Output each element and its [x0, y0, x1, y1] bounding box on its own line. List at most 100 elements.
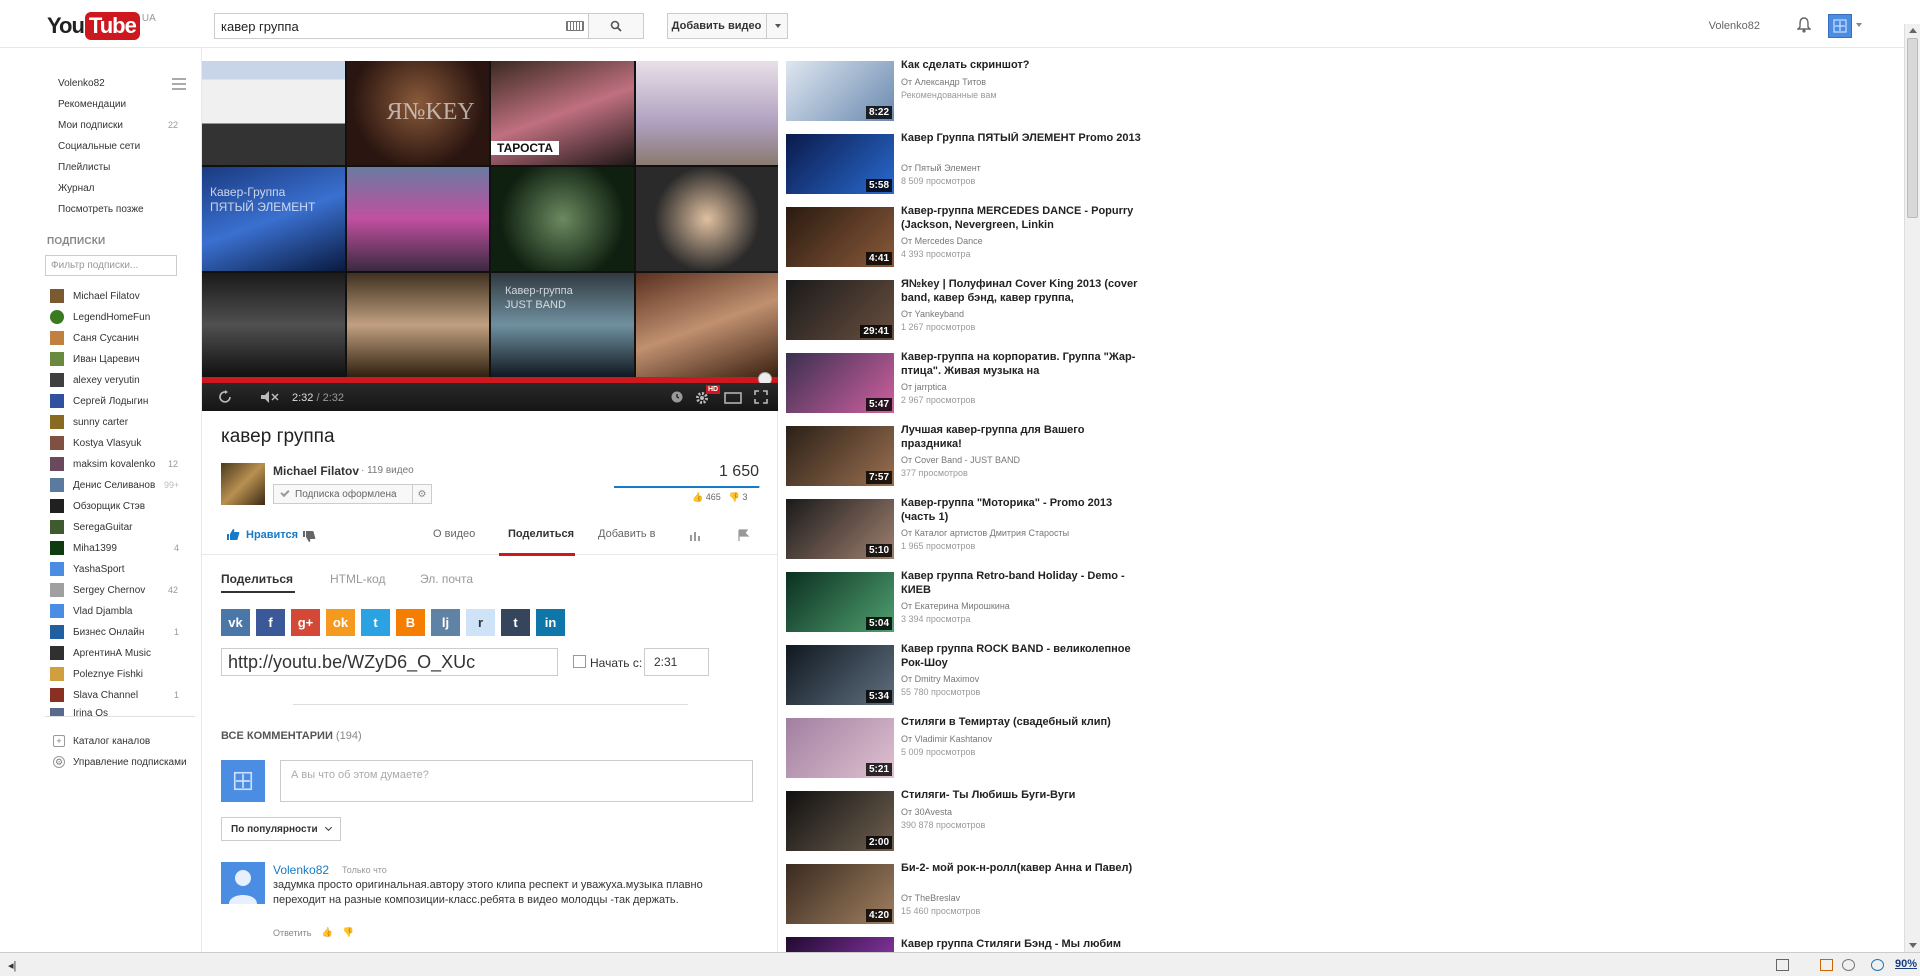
tracking-protection-icon[interactable]: [1842, 959, 1855, 971]
account-avatar[interactable]: [1828, 14, 1852, 38]
subscription-item[interactable]: Саня Сусанин: [50, 330, 190, 346]
video-title[interactable]: Кавер-группа MERCEDES DANCE - Popurry (J…: [901, 205, 1141, 232]
facebook-icon[interactable]: f: [256, 609, 285, 636]
video-thumbnail[interactable]: 5:34: [786, 645, 894, 705]
related-video-item[interactable]: 5:47 Кавер-группа на корпоратив. Группа "…: [786, 351, 1146, 413]
upload-dropdown-button[interactable]: [766, 13, 788, 39]
video-title[interactable]: Кавер группа ROCK BAND - великолепное Ро…: [901, 643, 1141, 670]
video-title[interactable]: Кавер группа Стиляги Бэнд - Мы любим: [901, 938, 1141, 952]
video-title[interactable]: Кавер Группа ПЯТЫЙ ЭЛЕМЕНТ Promo 2013: [901, 132, 1141, 146]
googleplus-icon[interactable]: g+: [291, 609, 320, 636]
video-title[interactable]: Би-2- мой рок-н-ролл(кавер Анна и Павел): [901, 862, 1141, 876]
video-thumbnail[interactable]: [786, 937, 894, 952]
share-url-field[interactable]: http://youtu.be/WZyD6_O_XUc: [221, 648, 558, 676]
odnoklassniki-icon[interactable]: ok: [326, 609, 355, 636]
zoom-level[interactable]: 90%: [1895, 958, 1917, 970]
subscription-item[interactable]: Poleznye Fishki: [50, 666, 190, 682]
tab-about[interactable]: О видео: [433, 528, 475, 540]
channel-thumbnail[interactable]: [221, 463, 265, 505]
sidebar-item-social[interactable]: Социальные сети: [58, 141, 140, 152]
reply-link[interactable]: Ответить: [273, 928, 311, 938]
subscription-item[interactable]: sunny carter: [50, 414, 190, 430]
subscription-item[interactable]: Slava Channel 1: [50, 687, 190, 703]
start-at-checkbox[interactable]: [573, 655, 586, 668]
subscription-item[interactable]: Sergey Chernov 42: [50, 582, 190, 598]
channel-name[interactable]: Michael Filatov: [273, 464, 359, 478]
subtab-embed[interactable]: HTML-код: [330, 572, 385, 586]
comment-like-icon[interactable]: 👍: [321, 927, 332, 938]
tab-add-to[interactable]: Добавить в: [598, 528, 656, 540]
subscription-item[interactable]: Обзорщик Стэв: [50, 498, 190, 514]
video-thumbnail[interactable]: 5:47: [786, 353, 894, 413]
comment-input[interactable]: А вы что об этом думаете?: [280, 760, 753, 802]
related-video-item[interactable]: 5:34 Кавер группа ROCK BAND - великолепно…: [786, 643, 1146, 705]
statistics-icon[interactable]: [689, 530, 701, 541]
related-video-item[interactable]: 4:41 Кавер-группа MERCEDES DANCE - Popurr…: [786, 205, 1146, 267]
scroll-left-arrow-icon[interactable]: ◂|: [8, 959, 16, 972]
page-icon[interactable]: [1820, 959, 1833, 971]
start-at-time-field[interactable]: 2:31: [644, 648, 709, 676]
tab-share[interactable]: Поделиться: [508, 528, 574, 540]
sidebar-item-watch-later[interactable]: Посмотреть позже: [58, 204, 144, 215]
subscription-item[interactable]: SeregaGuitar: [50, 519, 190, 535]
video-title[interactable]: Стиляги в Темиртау (свадебный клип): [901, 716, 1141, 730]
comment-dislike-icon[interactable]: 👎: [343, 927, 354, 938]
subscription-item[interactable]: LegendHomeFun: [50, 309, 190, 325]
reddit-icon[interactable]: r: [466, 609, 495, 636]
subscription-item[interactable]: alexey veryutin: [50, 372, 190, 388]
subscription-item[interactable]: АргентинА Music: [50, 645, 190, 661]
sidebar-item-subscriptions[interactable]: Мои подписки: [58, 120, 123, 131]
subscription-item[interactable]: Сергей Лодыгин: [50, 393, 190, 409]
video-thumbnail[interactable]: 5:10: [786, 499, 894, 559]
subscriptions-filter-input[interactable]: Фильтр подписки...: [45, 255, 177, 276]
related-video-item[interactable]: 8:22 Как сделать скриншот? От Александр Ти…: [786, 59, 1146, 121]
video-thumbnail[interactable]: 7:57: [786, 426, 894, 486]
video-thumbnail[interactable]: 8:22: [786, 61, 894, 121]
video-thumbnail[interactable]: 5:58: [786, 134, 894, 194]
linkedin-icon[interactable]: in: [536, 609, 565, 636]
header-username[interactable]: Volenko82: [1709, 20, 1760, 32]
youtube-logo[interactable]: You Tube UA: [47, 12, 156, 40]
video-title[interactable]: Лучшая кавер-группа для Вашего праздника…: [901, 424, 1141, 451]
related-video-item[interactable]: 5:21 Стиляги в Темиртау (свадебный клип) О…: [786, 716, 1146, 778]
sidebar-item-manage-subscriptions[interactable]: ⚙ Управление подписками: [53, 756, 187, 768]
account-menu-arrow-icon[interactable]: [1856, 23, 1862, 27]
video-title[interactable]: Кавер группа Retro-band Holiday - Demo -…: [901, 570, 1141, 597]
video-title[interactable]: Кавер-группа на корпоратив. Группа "Жар-…: [901, 351, 1141, 378]
subscription-item[interactable]: Michael Filatov: [50, 288, 190, 304]
comment-author[interactable]: Volenko82: [273, 863, 329, 877]
related-video-item[interactable]: 2:00 Стиляги- Ты Любишь Буги-Вуги От 30Ave…: [786, 789, 1146, 851]
subscription-settings-button[interactable]: ⚙: [412, 484, 432, 504]
thumbs-down-icon[interactable]: [302, 530, 316, 543]
scroll-up-arrow-icon[interactable]: [1909, 28, 1917, 33]
vk-icon[interactable]: vk: [221, 609, 250, 636]
subscription-item[interactable]: Денис Селиванов 99+: [50, 477, 190, 493]
security-check-icon[interactable]: [1776, 959, 1789, 971]
subscription-item[interactable]: Kostya Vlasyuk: [50, 435, 190, 451]
video-player[interactable]: Я№KEY ТАРОСТА Кавер-Группа ПЯТЫЙ ЭЛЕМЕНТ …: [202, 61, 778, 411]
tumblr-icon[interactable]: t: [501, 609, 530, 636]
subscription-item[interactable]: Irina Os: [50, 708, 190, 716]
fullscreen-icon[interactable]: [754, 390, 768, 404]
subtab-share[interactable]: Поделиться: [221, 572, 293, 586]
scroll-down-arrow-icon[interactable]: [1909, 943, 1917, 948]
replay-icon[interactable]: [218, 390, 234, 404]
livejournal-icon[interactable]: lj: [431, 609, 460, 636]
sidebar-item-playlists[interactable]: Плейлисты: [58, 162, 110, 173]
subscription-item[interactable]: Miha1399 4: [50, 540, 190, 556]
related-video-item[interactable]: 29:41 Я№key | Полуфинал Cover King 2013 (…: [786, 278, 1146, 340]
subscribed-button[interactable]: Подписка оформлена: [273, 484, 432, 504]
comment-avatar[interactable]: [221, 862, 265, 904]
related-video-item[interactable]: 5:58 Кавер Группа ПЯТЫЙ ЭЛЕМЕНТ Promo 201…: [786, 132, 1146, 194]
zoom-magnifier-icon[interactable]: [1871, 959, 1884, 971]
video-frame[interactable]: Я№KEY ТАРОСТА Кавер-Группа ПЯТЫЙ ЭЛЕМЕНТ …: [202, 61, 778, 377]
related-video-item[interactable]: Кавер группа Стиляги Бэнд - Мы любим: [786, 937, 1146, 952]
related-video-item[interactable]: 4:20 Би-2- мой рок-н-ролл(кавер Анна и Па…: [786, 862, 1146, 924]
subtab-email[interactable]: Эл. почта: [420, 572, 473, 586]
sidebar-item-recommendations[interactable]: Рекомендации: [58, 99, 126, 110]
related-video-item[interactable]: 7:57 Лучшая кавер-группа для Вашего празд…: [786, 424, 1146, 486]
subscription-item[interactable]: Бизнес Онлайн 1: [50, 624, 190, 640]
vertical-scrollbar[interactable]: [1904, 24, 1920, 952]
related-video-item[interactable]: 5:10 Кавер-группа "Моторика" - Promo 2013…: [786, 497, 1146, 559]
subscription-item[interactable]: Vlad Djambla: [50, 603, 190, 619]
